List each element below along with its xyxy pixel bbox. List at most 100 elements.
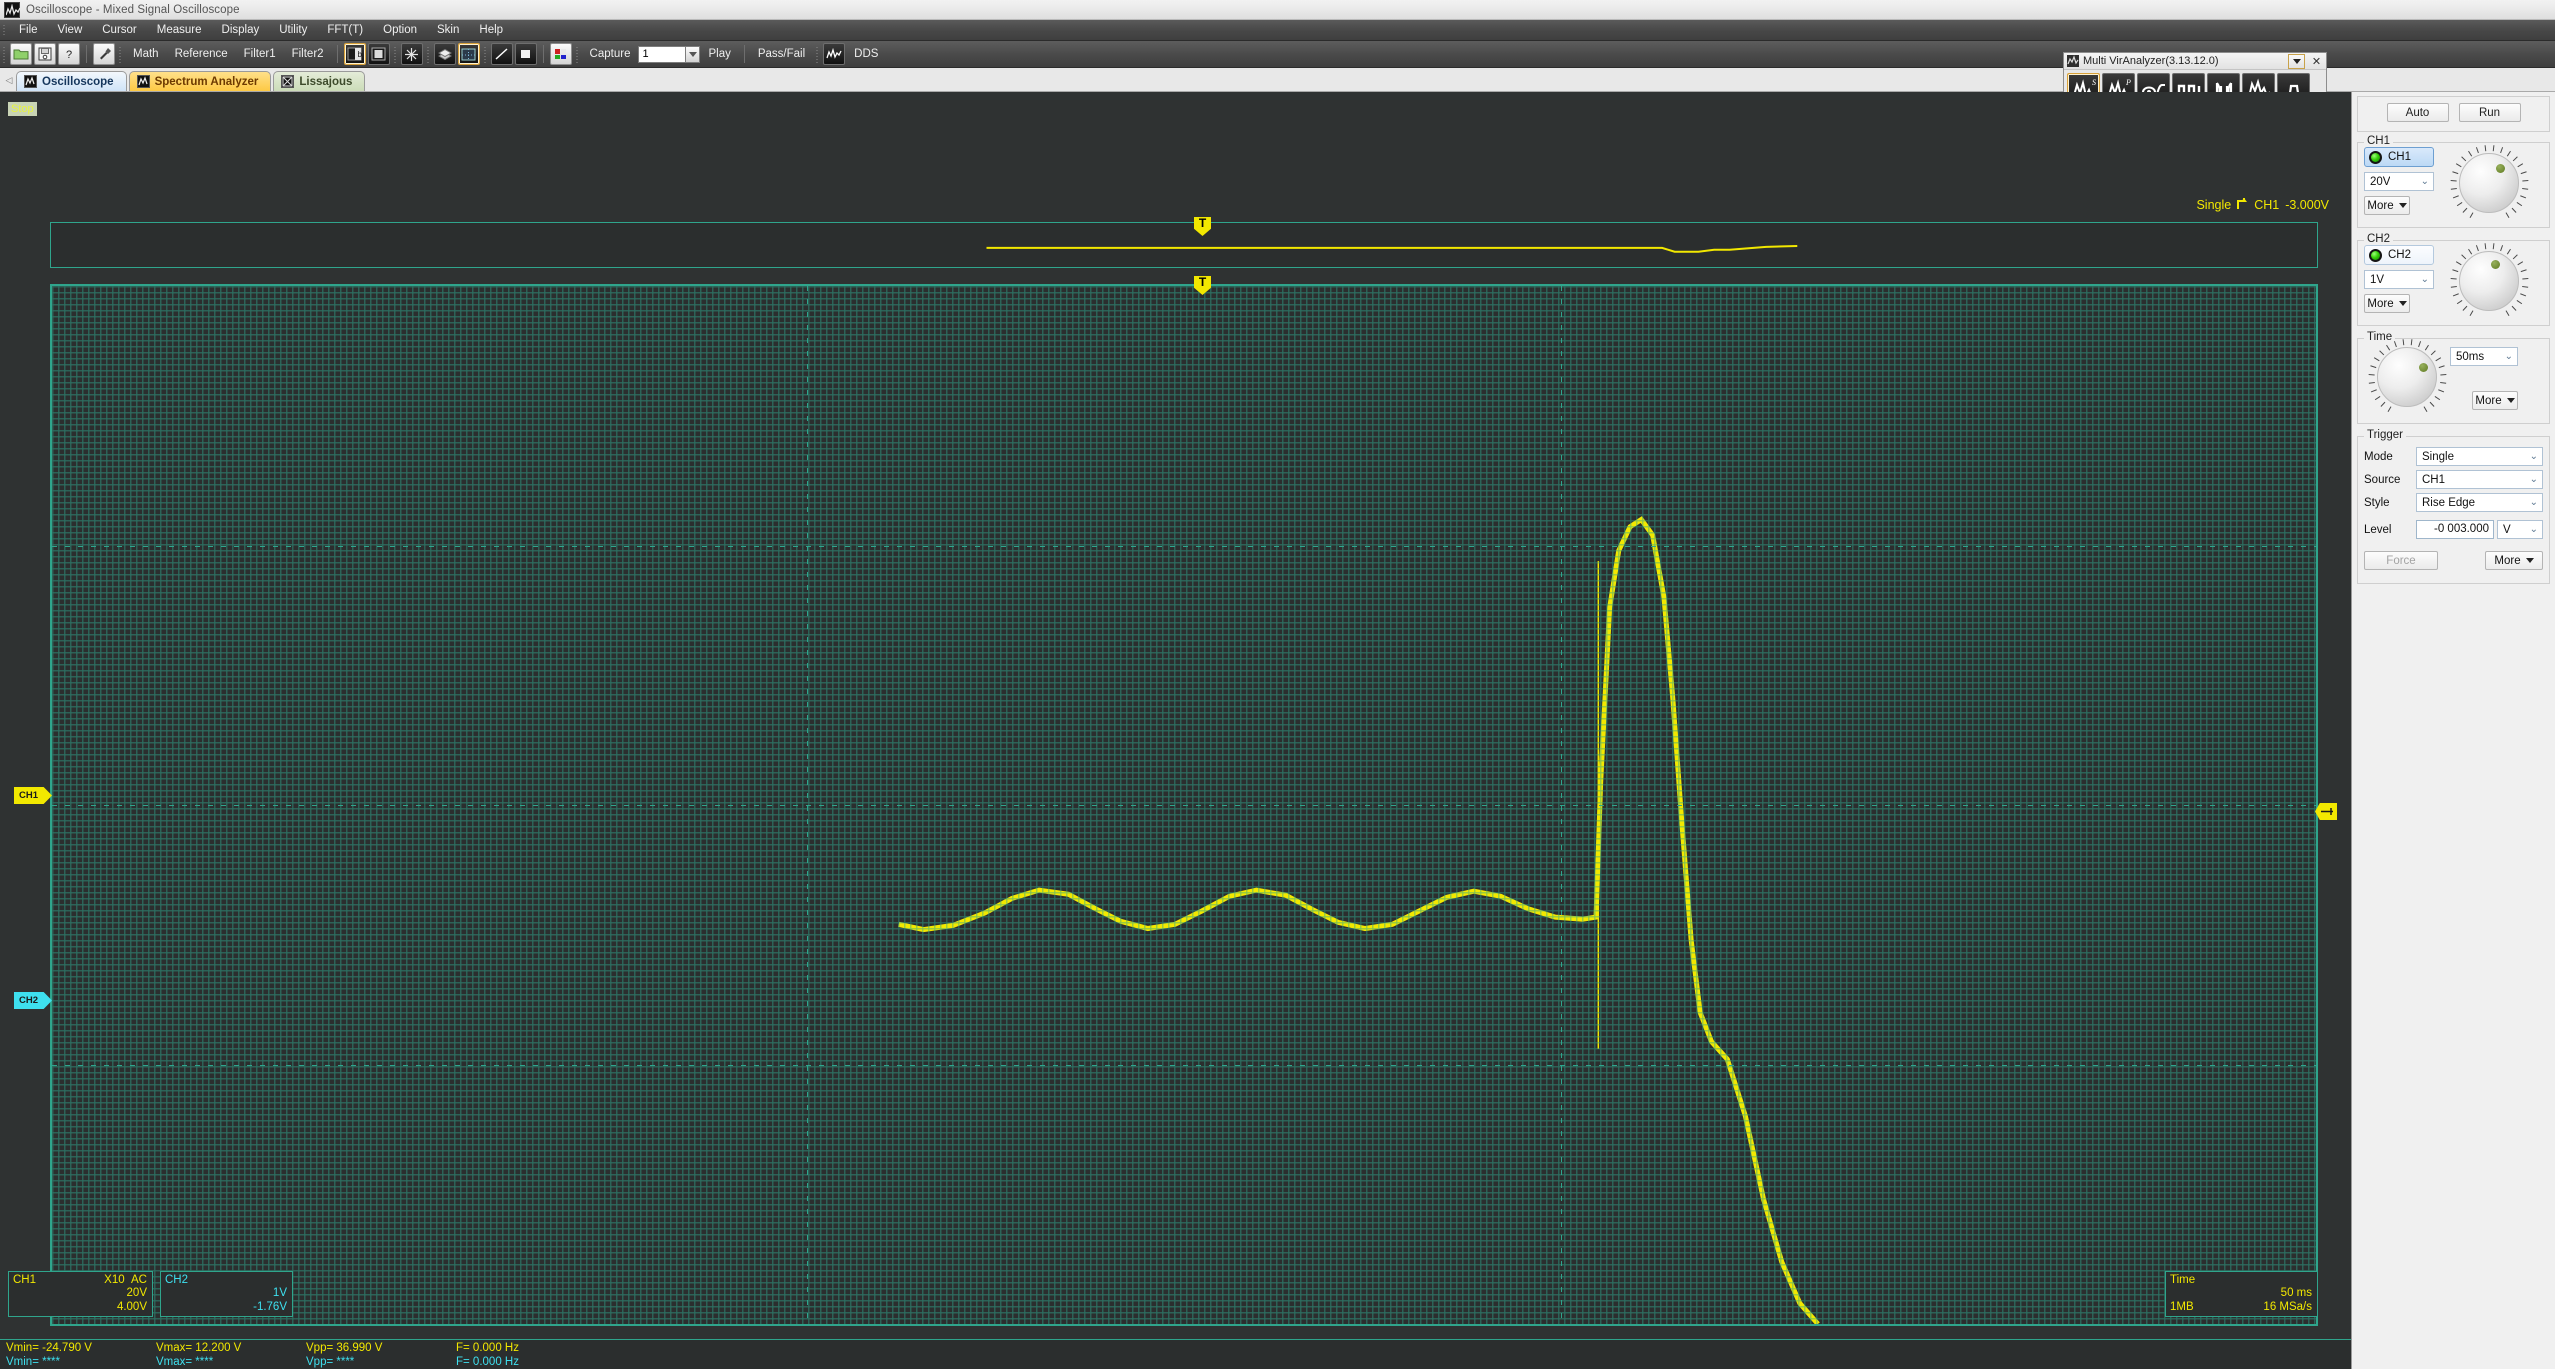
trigger-level-label: Level [2364,523,2392,536]
ch1-info-box[interactable]: CH1 X10 AC 20V 4.00V [8,1270,153,1317]
time-base-knob[interactable] [2368,339,2447,413]
trigger-level-input[interactable]: -0 003.000 [2416,520,2494,539]
capture-dropdown-icon[interactable] [686,45,701,63]
ch2-more-button[interactable]: More [2364,294,2410,313]
ch1-scale-select[interactable]: 20V ⌄ [2364,172,2434,191]
toolbar-grip-2[interactable] [116,41,125,68]
time-info-samplerate: 16 MSa/s [2263,1300,2312,1313]
grid-display-icon[interactable] [457,43,480,65]
trigger-more-label: More [2494,554,2521,567]
ch2-scale-select[interactable]: 1V ⌄ [2364,270,2434,289]
hammer-tool-icon[interactable] [93,43,115,65]
open-folder-icon[interactable] [10,43,32,65]
ch1-marker-label: CH1 [19,790,39,801]
menu-item-display[interactable]: Display [212,22,270,38]
play-button[interactable]: Play [700,48,738,60]
ch1-offset-marker[interactable]: CH1 [14,787,52,804]
menu-item-help[interactable]: Help [469,22,513,38]
trigger-level-unit-select[interactable]: V ⌄ [2497,520,2543,539]
tab-scroll-left-icon[interactable]: ◁ [2,69,16,91]
capture-input[interactable]: 1 [638,45,687,63]
filter1-button[interactable]: Filter1 [236,48,284,60]
tab-lissajous[interactable]: Lissajous [273,71,366,91]
math-button[interactable]: Math [125,48,167,60]
menu-item-cursor[interactable]: Cursor [92,22,147,38]
waveform-preview-strip[interactable] [50,222,2318,268]
menu-item-measure[interactable]: Measure [147,22,212,38]
menu-item-skin[interactable]: Skin [427,22,469,38]
filter2-button[interactable]: Filter2 [284,48,332,60]
page-split-icon[interactable]: b [343,43,366,65]
menu-item-view[interactable]: View [48,22,93,38]
ch1-enable-button[interactable]: CH1 [2364,147,2434,167]
toolbar-grip-3[interactable] [391,41,400,68]
toolbar-grip-4[interactable] [424,41,433,68]
caret-down-icon [2398,203,2407,208]
full-screen-icon[interactable] [367,43,390,65]
trigger-level-text: -3.000V [2285,198,2329,212]
tab-label: Spectrum Analyzer [154,75,259,88]
ch1-more-button[interactable]: More [2364,196,2410,215]
timebase-select[interactable]: 50ms ⌄ [2450,347,2518,366]
force-trigger-button[interactable]: Force [2364,551,2438,570]
trigger-mode-select[interactable]: Single ⌄ [2416,447,2543,466]
waveform-icon [4,1,20,18]
trigger-style-label: Style [2364,496,2390,509]
dds-button[interactable]: DDS [846,48,886,60]
toolbar-divider-3 [542,45,544,63]
menu-item-option[interactable]: Option [373,22,427,38]
trigger-level-row: Level -0 003.000 V ⌄ [2364,520,2543,539]
time-more-button[interactable]: More [2472,391,2518,410]
ch2-scale-value: 1V [2370,273,2385,286]
fill-square-icon[interactable] [514,43,537,65]
time-info-box[interactable]: Time 50 ms 1MB 16 MSa/s [2165,1270,2318,1317]
help-question-icon[interactable]: ? [58,43,80,65]
scope-display[interactable]: Stop Single CH1 -3.000V T T CH1 CH2 CH1 … [0,92,2351,1369]
lissajous-icon [281,75,295,88]
ch2-offset-marker[interactable]: CH2 [14,992,52,1009]
trigger-source-value: CH1 [2422,473,2446,486]
ch1-info-offset: 4.00V [116,1300,147,1313]
color-palette-icon[interactable] [549,43,572,65]
trigger-level-unit: V [2503,523,2511,536]
auto-button[interactable]: Auto [2386,103,2449,122]
waveform-graticule[interactable] [50,284,2318,1326]
ch1-position-knob[interactable] [2450,145,2528,219]
layers-icon[interactable] [433,43,456,65]
window-title: Oscilloscope - Mixed Signal Oscilloscope [26,3,240,16]
toolbar-grip-1[interactable] [0,41,9,68]
toolbar-grip-7[interactable] [813,41,822,68]
run-button[interactable]: Run [2458,103,2521,122]
tab-oscilloscope[interactable]: Oscilloscope [16,71,127,91]
close-icon[interactable]: ✕ [2309,54,2324,69]
toolbar-grip-5[interactable] [481,41,490,68]
trigger-source-select[interactable]: CH1 ⌄ [2416,470,2543,489]
ch2-position-knob[interactable] [2450,243,2528,317]
snowflake-persist-icon[interactable] [400,43,423,65]
reference-button[interactable]: Reference [167,48,236,60]
chevron-down-icon: ⌄ [2420,176,2429,187]
diagonal-line-icon[interactable] [490,43,513,65]
toolbar-grip-6[interactable] [573,41,582,68]
ch1-group-legend: CH1 [2364,135,2394,147]
ch2-info-name: CH2 [165,1273,189,1286]
graticule-hline-major-3 [52,1064,2316,1066]
chevron-down-icon[interactable] [2288,53,2305,69]
trigger-level-marker[interactable] [2315,803,2337,820]
menu-item-fft[interactable]: FFT(T) [317,22,373,38]
trigger-more-button[interactable]: More [2485,551,2543,570]
ch2-enable-button[interactable]: CH2 [2364,245,2434,265]
ch1-more-label: More [2367,199,2394,212]
tab-label: Lissajous [299,75,353,88]
tab-spectrum-analyzer[interactable]: Spectrum Analyzer [128,71,272,91]
menu-item-file[interactable]: File [9,22,48,38]
ch2-info-box[interactable]: CH2 1V -1.76V [160,1270,293,1317]
menu-grip[interactable] [0,20,9,41]
time-more-label: More [2475,394,2502,407]
passfail-button[interactable]: Pass/Fail [750,48,813,60]
waveform-icon[interactable] [823,43,846,65]
ch1-knob-ticks [2450,145,2528,221]
save-disk-icon[interactable] [34,43,56,65]
menu-item-utility[interactable]: Utility [269,22,317,38]
trigger-style-select[interactable]: Rise Edge ⌄ [2416,493,2543,512]
